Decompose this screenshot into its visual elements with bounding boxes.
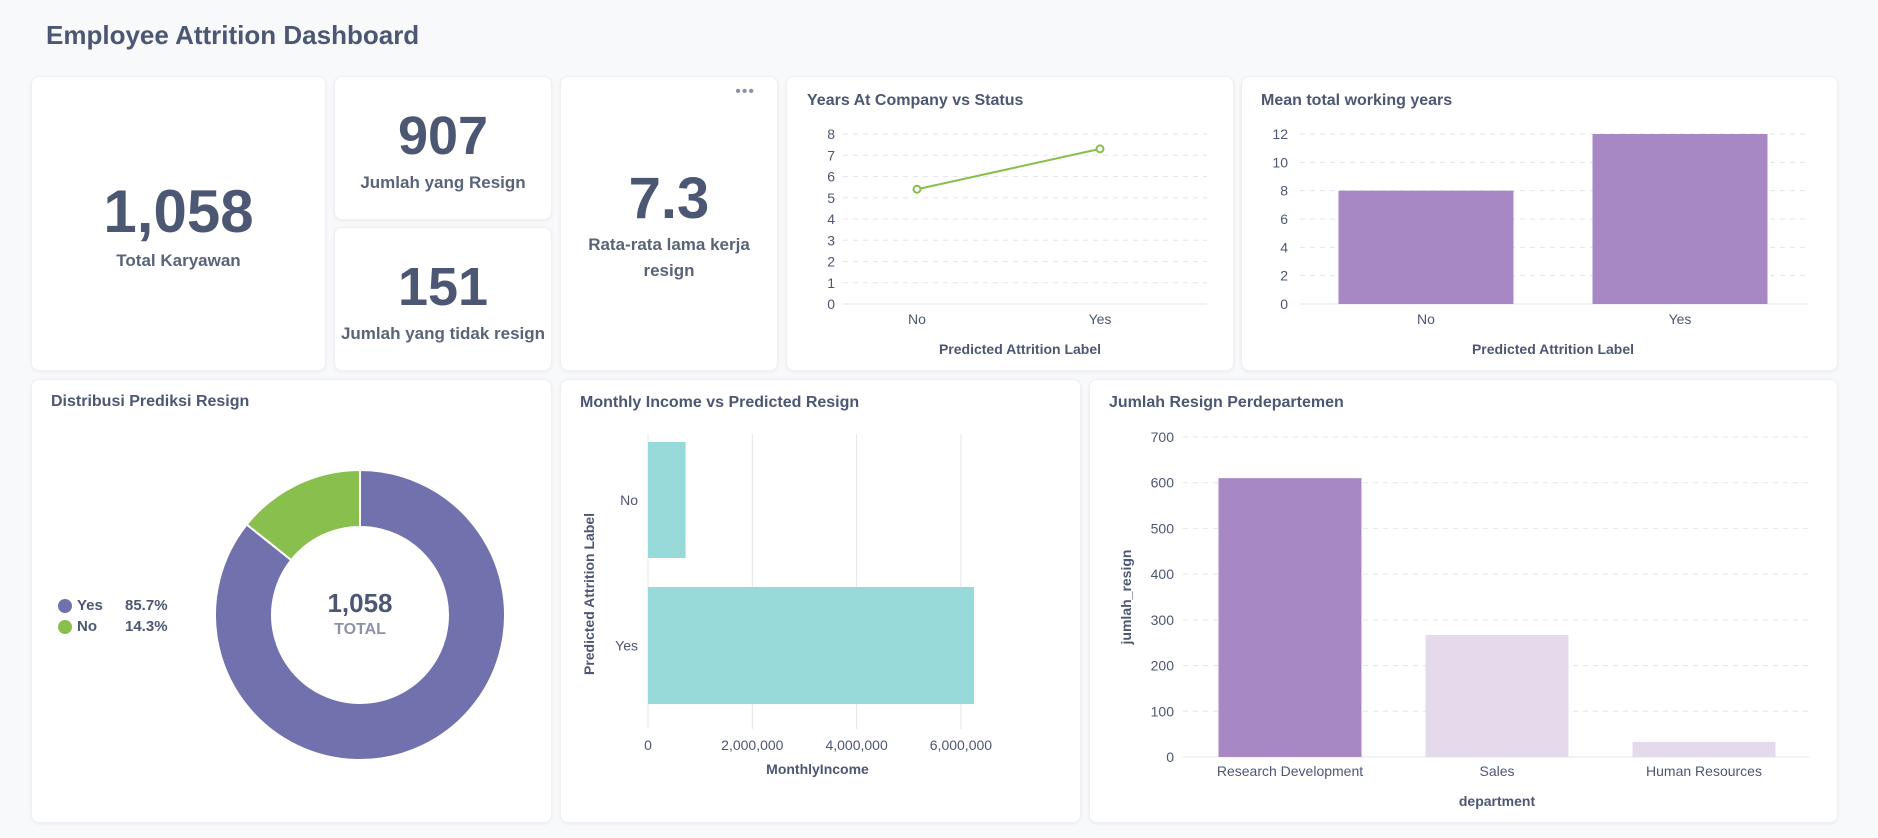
- legend-item-yes[interactable]: Yes 85.7%: [58, 595, 168, 616]
- x-tick-label: 2,000,000: [721, 737, 783, 753]
- y-tick-label: 400: [1151, 566, 1175, 582]
- data-point: [1095, 144, 1105, 154]
- y-tick-label: Yes: [615, 638, 638, 654]
- legend-label-no: No: [77, 618, 97, 635]
- legend-pct-yes: 85.7%: [125, 597, 168, 614]
- kpi-avg-years-label-line2: resign: [643, 261, 695, 280]
- donut-total-label: TOTAL: [334, 621, 386, 638]
- kpi-total-value: 1,058: [103, 178, 254, 245]
- chart-monthly-income: 0 2,000,000 4,000,000 6,000,000 No Yes Monthly…: [581, 434, 992, 777]
- card-mean-working-years[interactable]: Mean total working years 0 2 4 6 8 10 12 No Yes P…: [1241, 76, 1838, 371]
- chart-years-at-company: 0 1 2 3 4 5 6 7 8 No Yes Predicted Attrition Label: [827, 126, 1207, 357]
- kpi-card-resign[interactable]: 907 Jumlah yang Resign: [334, 76, 552, 220]
- y-tick-label: 200: [1151, 658, 1175, 674]
- x-tick-label: Human Resources: [1646, 763, 1762, 779]
- y-tick-label: 4: [1280, 239, 1288, 255]
- kpi-not-resign-value: 151: [397, 257, 489, 317]
- bar: [1338, 190, 1514, 304]
- card-distribusi[interactable]: Distribusi Prediksi Resign 1,058 TOTAL Y…: [31, 379, 552, 823]
- donut-total-value: 1,058: [327, 588, 393, 618]
- kpi-card-total[interactable]: 1,058 Total Karyawan: [31, 76, 326, 371]
- bar: [1425, 634, 1569, 757]
- card-resign-per-department[interactable]: Jumlah Resign Perdepartemen 0 100 200 300 40…: [1089, 379, 1838, 823]
- legend-item-no[interactable]: No 14.3%: [58, 616, 168, 637]
- y-tick-label: 6: [1280, 211, 1288, 227]
- y-tick-label: 10: [1272, 154, 1288, 170]
- y-tick-label: 12: [1272, 126, 1288, 142]
- card-monthly-income[interactable]: Monthly Income vs Predicted Resign 0 2,00…: [560, 379, 1081, 823]
- y-tick-label: 2: [827, 254, 835, 270]
- kpi-resign-value: 907: [397, 106, 489, 166]
- bar: [1632, 741, 1776, 757]
- kpi-card-avg-years[interactable]: ••• 7.3 Rata-rata lama kerja resign: [560, 76, 778, 371]
- x-axis-label: Predicted Attrition Label: [1472, 341, 1634, 357]
- ellipsis-icon[interactable]: •••: [735, 83, 755, 101]
- x-axis-label: MonthlyIncome: [766, 761, 869, 777]
- y-tick-label: 0: [1166, 749, 1174, 765]
- y-tick-label: 5: [827, 190, 835, 206]
- y-tick-label: 700: [1151, 429, 1175, 445]
- x-tick-label: Research Development: [1217, 763, 1363, 779]
- bar: [648, 587, 974, 704]
- donut-legend: Yes 85.7% No 14.3%: [58, 595, 168, 637]
- x-tick-label: Yes: [1089, 311, 1112, 327]
- chart-mean-working-years: 0 2 4 6 8 10 12 No Yes Predicted Attrition Label: [1272, 126, 1808, 357]
- x-tick-label: 0: [644, 737, 652, 753]
- x-tick-label: 6,000,000: [930, 737, 992, 753]
- y-tick-label: 8: [1280, 183, 1288, 199]
- y-tick-label: 8: [827, 126, 835, 142]
- kpi-avg-years-label-line1: Rata-rata lama kerja: [588, 235, 750, 254]
- donut-center: 1,058 TOTAL: [260, 588, 460, 639]
- x-axis-label: department: [1459, 793, 1536, 809]
- legend-label-yes: Yes: [77, 597, 103, 614]
- y-tick-label: 4: [827, 211, 835, 227]
- y-axis-label: jumlah_resign: [1118, 550, 1134, 646]
- y-tick-label: 6: [827, 169, 835, 185]
- y-axis-label: Predicted Attrition Label: [581, 513, 597, 675]
- bar: [648, 442, 686, 558]
- y-tick-label: 1: [827, 275, 835, 291]
- kpi-card-not-resign[interactable]: 151 Jumlah yang tidak resign: [334, 227, 552, 371]
- kpi-resign-label: Jumlah yang Resign: [360, 173, 526, 192]
- x-tick-label: No: [1417, 311, 1435, 327]
- x-axis-label: Predicted Attrition Label: [939, 341, 1101, 357]
- kpi-total-label: Total Karyawan: [116, 251, 241, 270]
- y-tick-label: 3: [827, 232, 835, 248]
- dashboard-title: Employee Attrition Dashboard: [46, 20, 420, 50]
- y-tick-label: 0: [1280, 296, 1288, 312]
- y-tick-label: No: [620, 492, 638, 508]
- kpi-avg-years-value: 7.3: [628, 166, 710, 231]
- y-tick-label: 2: [1280, 268, 1288, 284]
- x-tick-label: No: [908, 311, 926, 327]
- kpi-not-resign-label: Jumlah yang tidak resign: [340, 324, 546, 343]
- data-point: [912, 184, 922, 194]
- chart-resign-per-department: 0 100 200 300 400 500 600 700 Research Developme…: [1118, 429, 1809, 809]
- y-tick-label: 7: [827, 147, 835, 163]
- legend-pct-no: 14.3%: [125, 618, 168, 635]
- x-tick-label: 4,000,000: [825, 737, 887, 753]
- card-years-at-company[interactable]: Years At Company vs Status 0 1 2 3 4 5 6 7 8 No Ye…: [786, 76, 1234, 371]
- legend-dot-yes: [58, 598, 72, 613]
- y-tick-label: 100: [1151, 703, 1175, 719]
- y-tick-label: 500: [1151, 520, 1175, 536]
- y-tick-label: 300: [1151, 612, 1175, 628]
- x-tick-label: Sales: [1479, 763, 1514, 779]
- bar: [1218, 478, 1362, 757]
- x-tick-label: Yes: [1669, 311, 1692, 327]
- legend-dot-no: [58, 619, 72, 634]
- y-tick-label: 600: [1151, 475, 1175, 491]
- y-tick-label: 0: [827, 296, 835, 312]
- bar: [1592, 134, 1768, 304]
